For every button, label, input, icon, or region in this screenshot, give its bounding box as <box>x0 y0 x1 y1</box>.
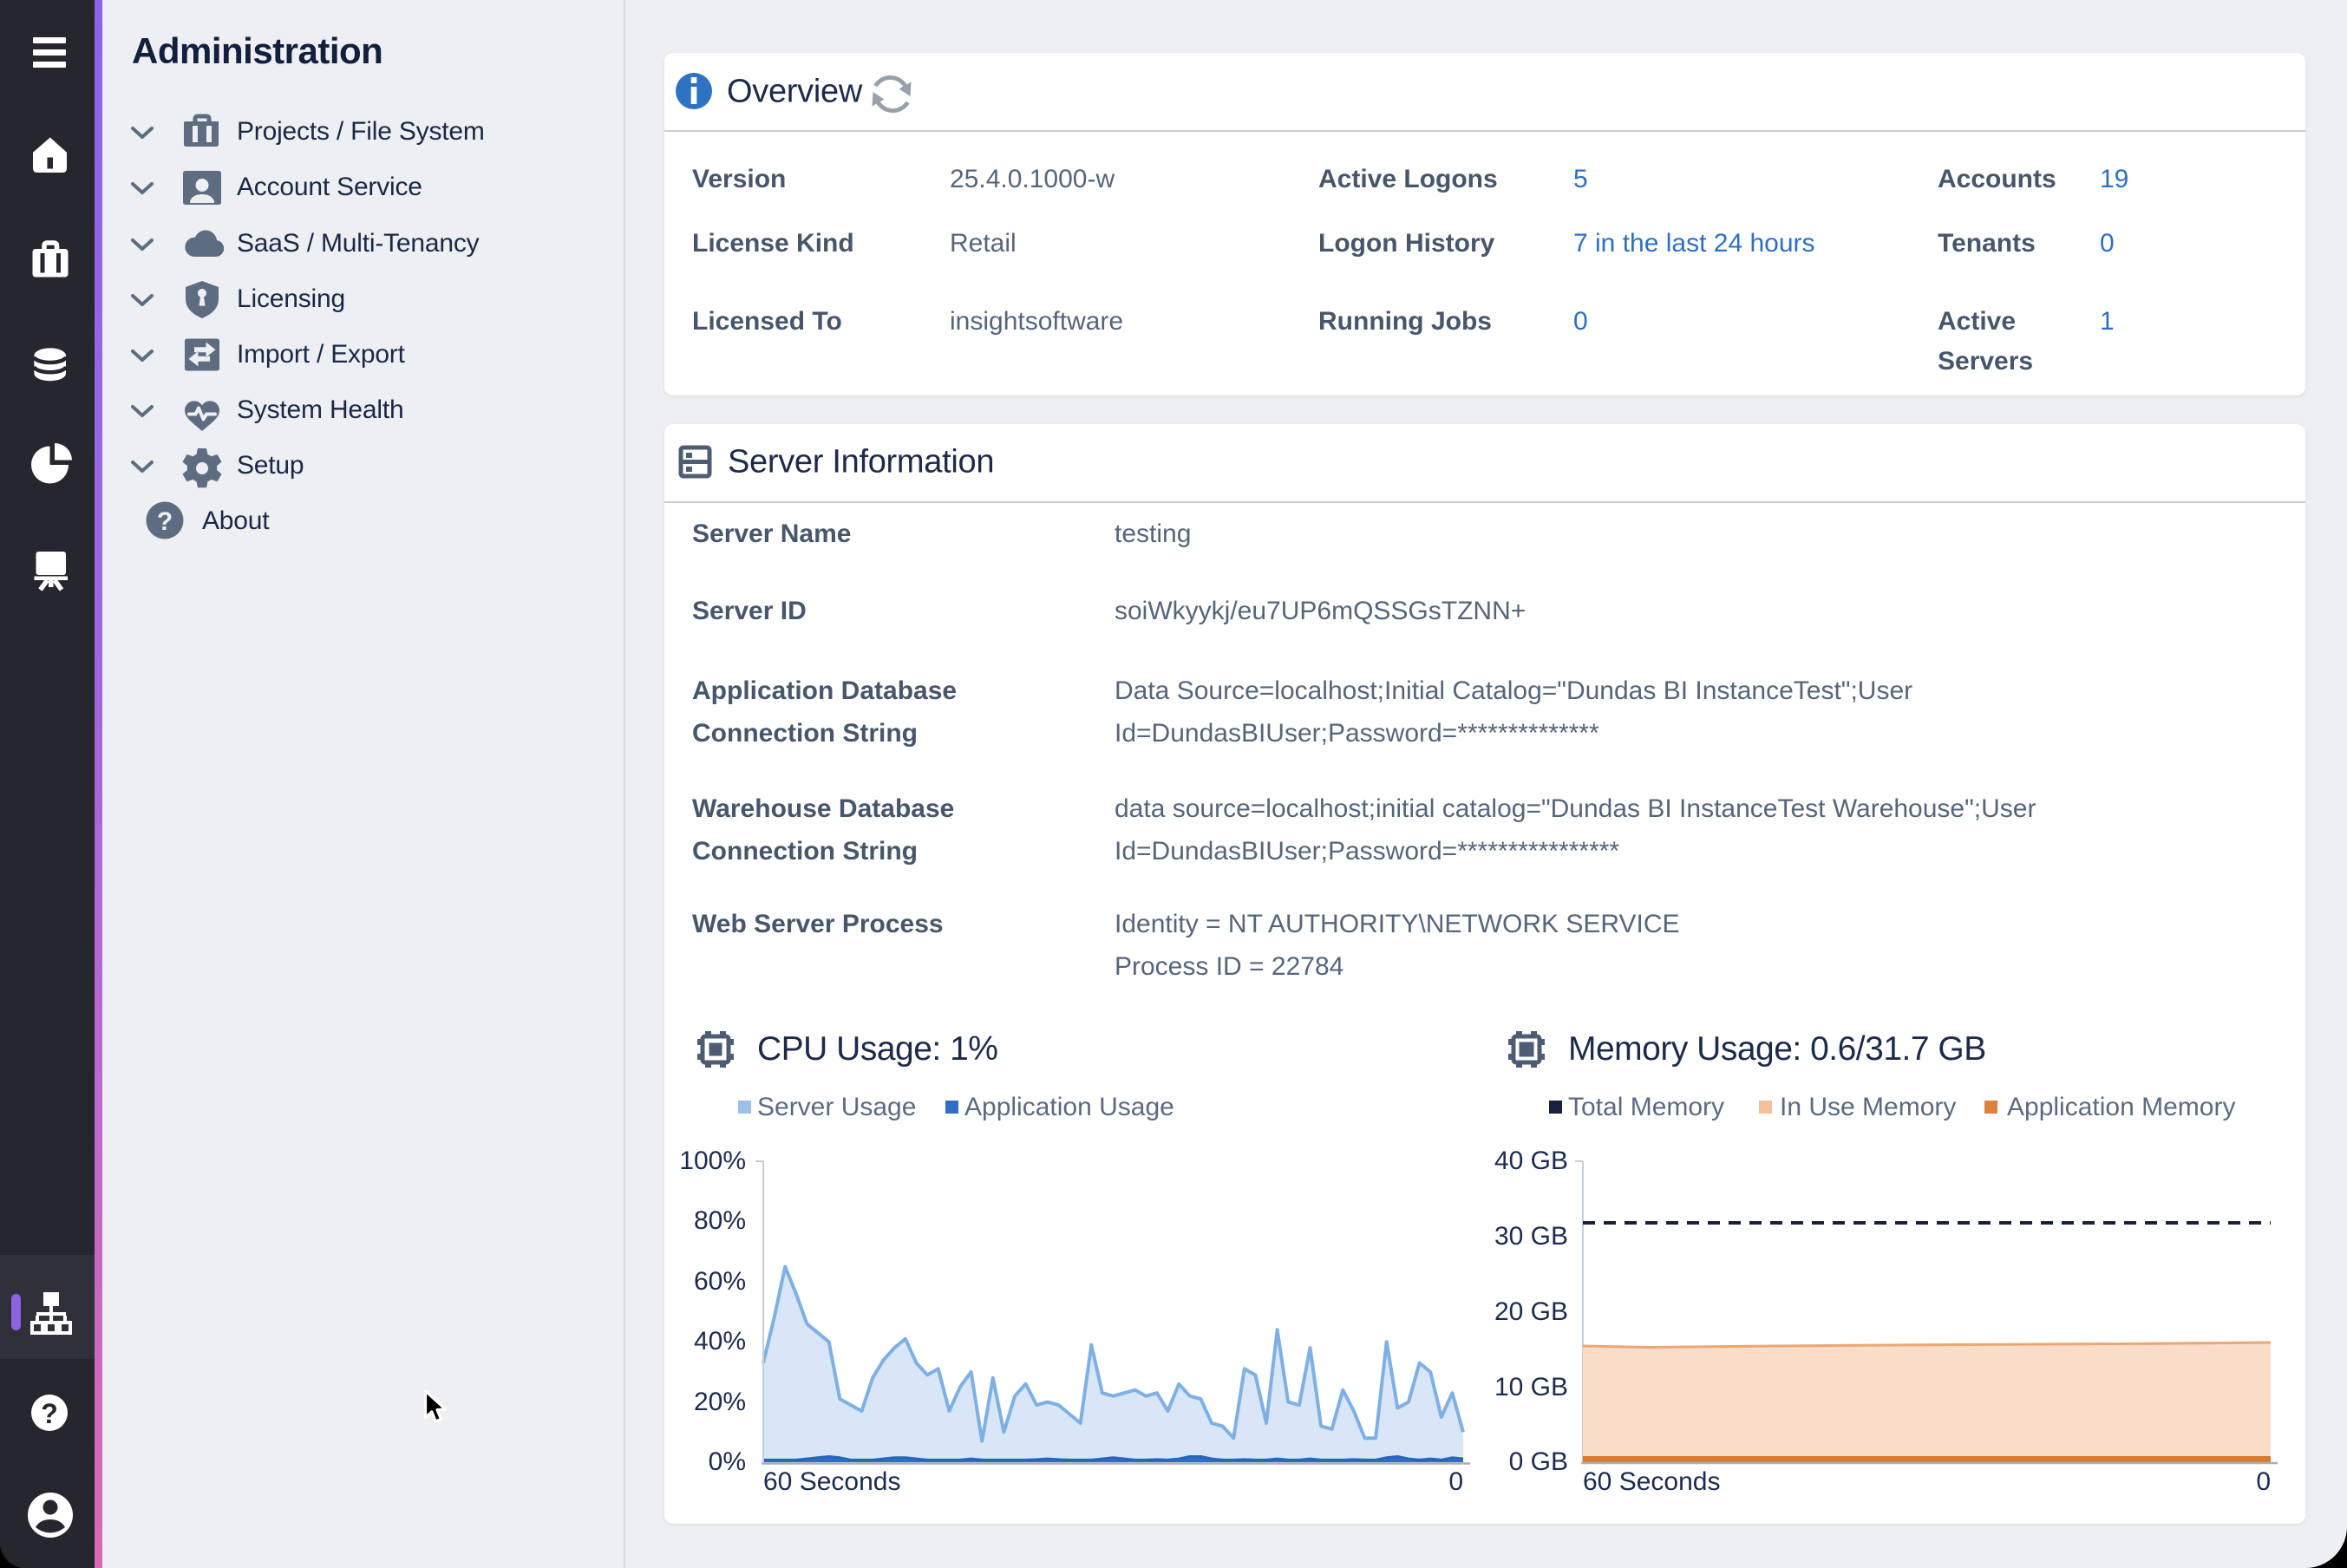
svg-text:?: ? <box>41 1398 58 1429</box>
svg-text:?: ? <box>157 507 173 536</box>
